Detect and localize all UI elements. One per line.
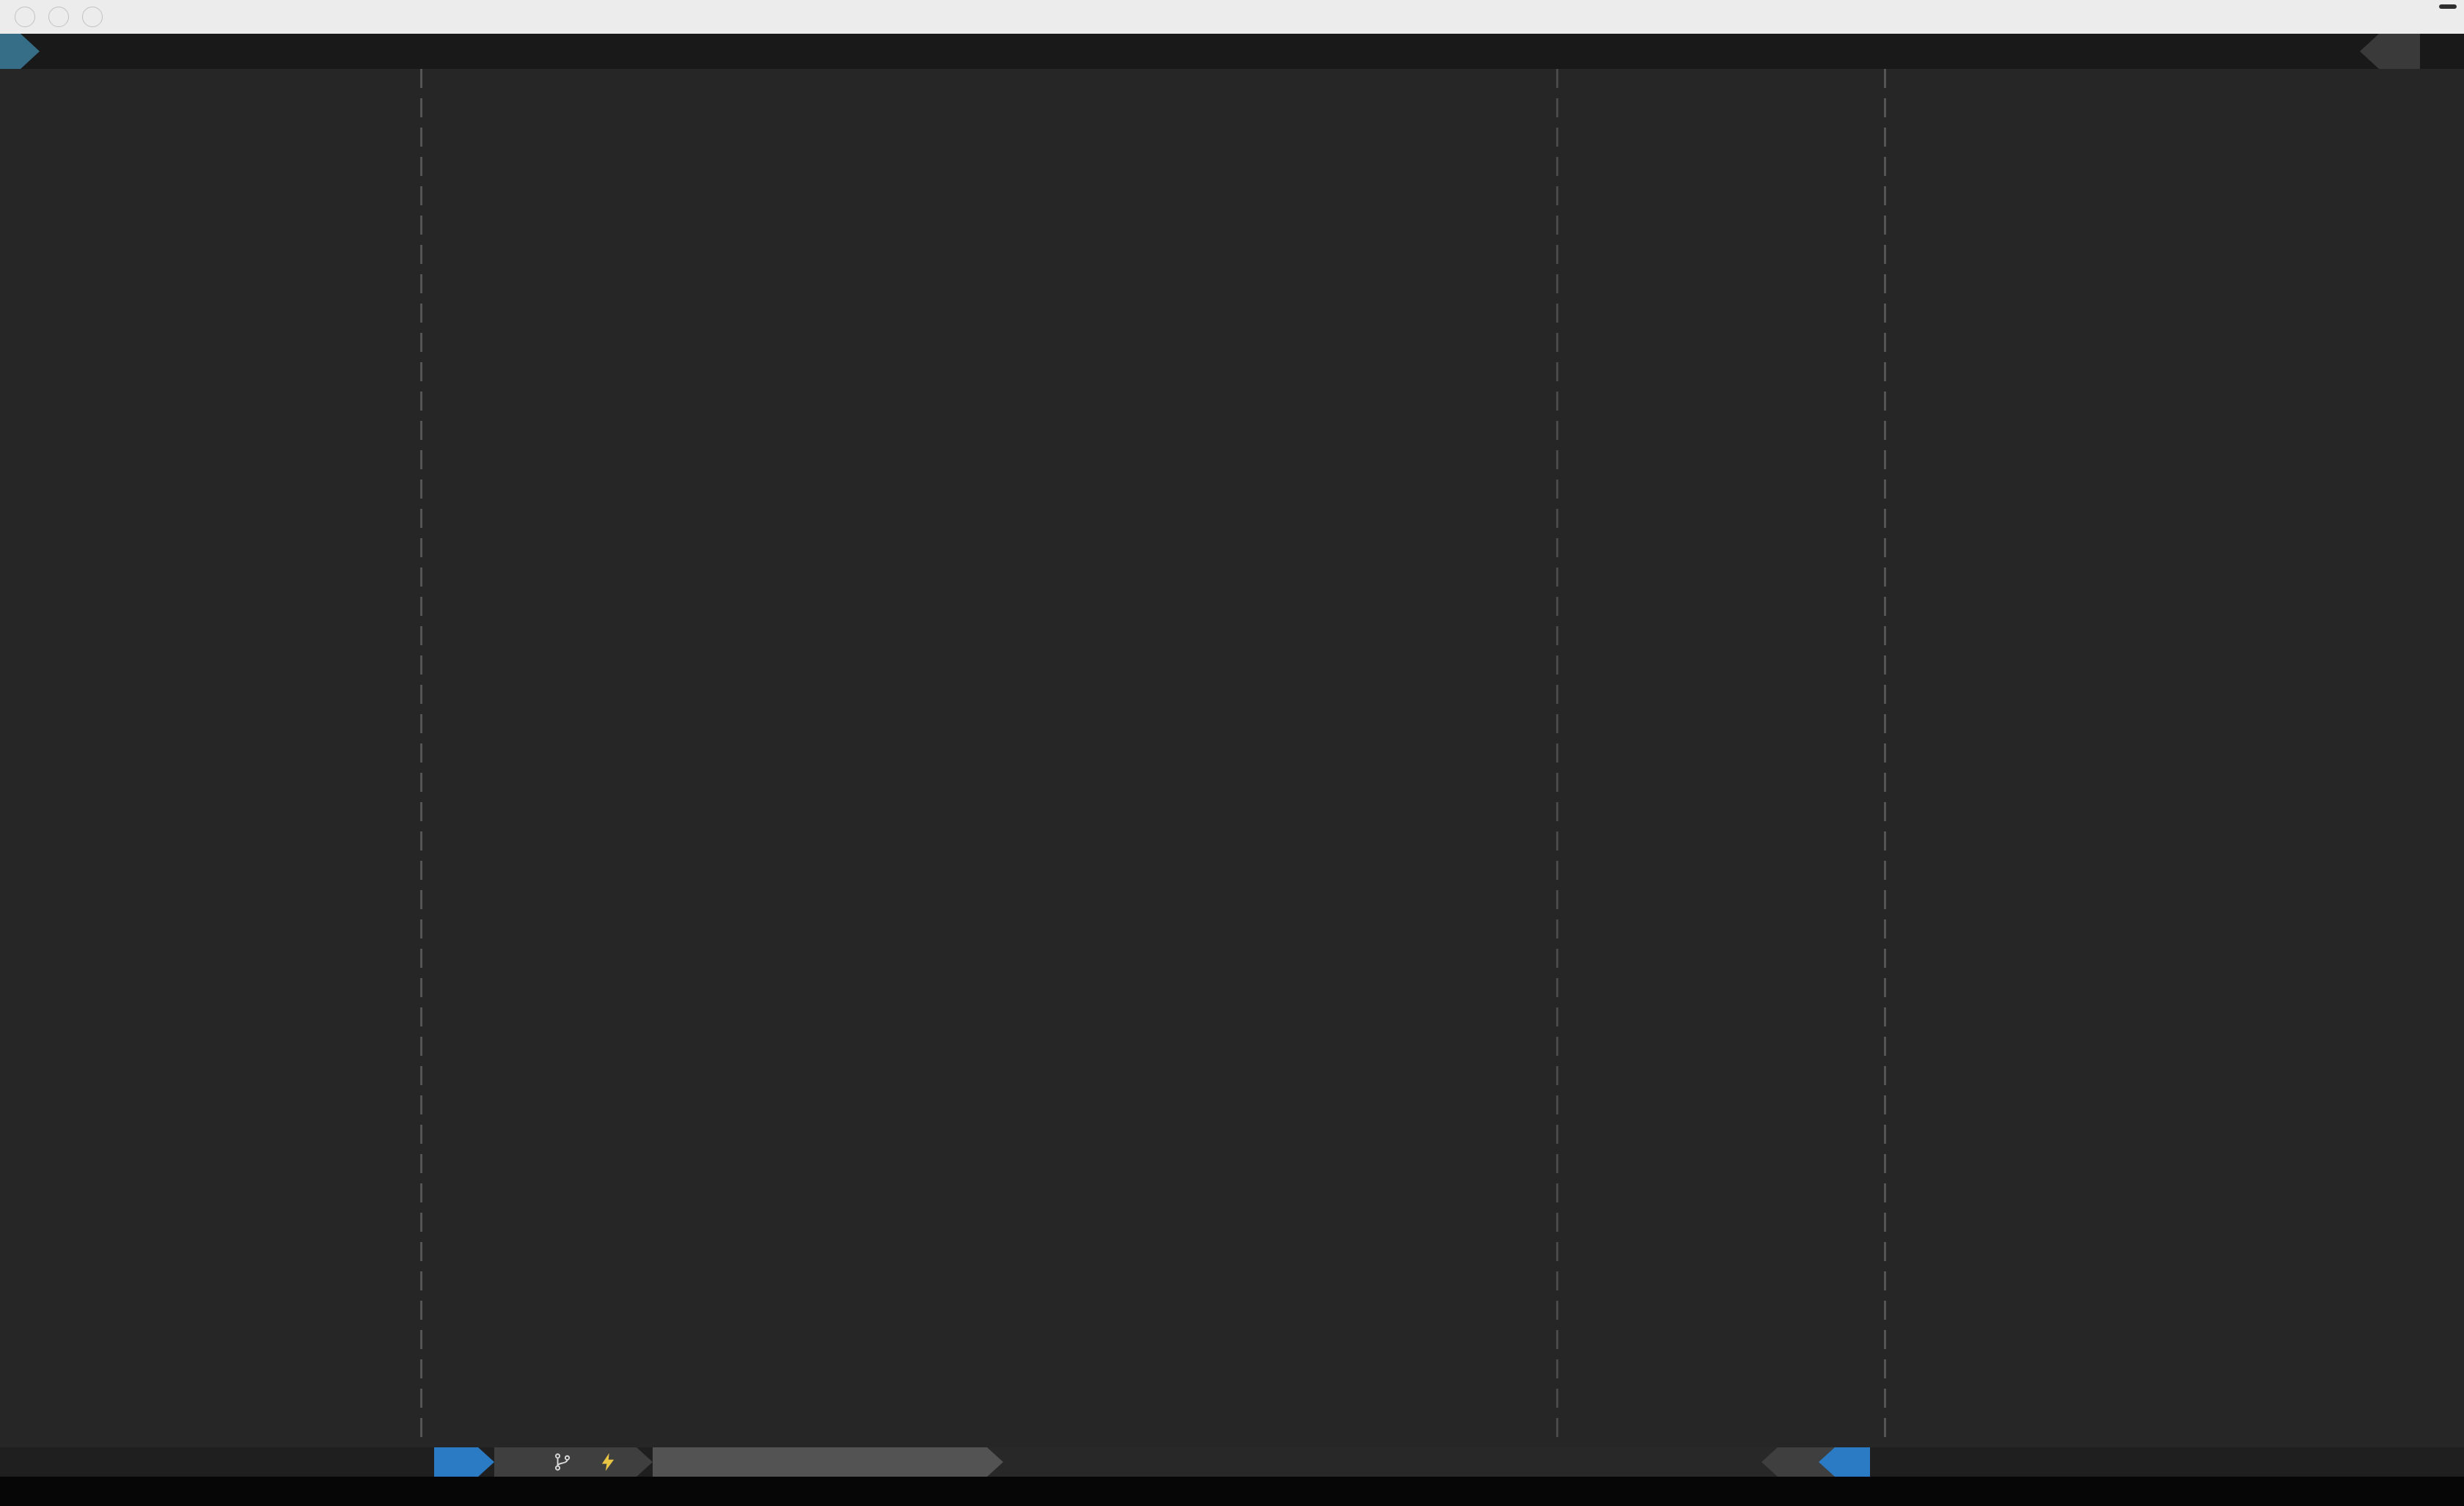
powerline-arrow-icon: [478, 1447, 494, 1477]
statusline-git-section: [494, 1447, 637, 1477]
minimize-button[interactable]: [48, 7, 69, 27]
powerline-arrow-icon: [1819, 1447, 1835, 1477]
terminal-vim-screen: { "menubar": { "title": "jdhao-MBP.local…: [0, 0, 2464, 1506]
tab-train-retr-from-cls[interactable]: [0, 34, 21, 69]
tagbar-window[interactable]: [1886, 69, 2464, 1447]
color-column: [1556, 69, 1558, 1447]
nerdtree-statusline: [0, 1447, 434, 1477]
vim-command-line[interactable]: [0, 1477, 2464, 1506]
menu-bar: [0, 0, 2464, 34]
tabline-right: [2360, 34, 2420, 69]
statusline-position: [1835, 1447, 1870, 1477]
nerdtree-window[interactable]: [0, 69, 419, 1447]
menubar-hotkey-badge[interactable]: [2439, 4, 2457, 9]
tagbar-statusline: [1870, 1447, 2464, 1477]
dirty-flag-lightning-icon: [598, 1452, 617, 1472]
close-button[interactable]: [15, 7, 35, 27]
vim-workspace: [0, 69, 2464, 1447]
window-separator[interactable]: [420, 69, 422, 1447]
zoom-button[interactable]: [82, 7, 103, 27]
statusline-mode: [434, 1447, 478, 1477]
buffers-label: [2379, 34, 2420, 69]
git-branch-icon: [553, 1452, 572, 1472]
statusline-encoding: [1778, 1447, 1819, 1477]
statusline-filename: [653, 1447, 987, 1477]
vim-tabline: [0, 34, 2464, 69]
statusline-filetype: [1003, 1447, 1761, 1477]
buffers-separator-icon: [2360, 34, 2379, 69]
window-controls: [0, 7, 103, 27]
tab-separator-icon: [21, 34, 40, 69]
editor-window[interactable]: [424, 69, 1883, 1447]
powerline-arrow-icon: [987, 1447, 1003, 1477]
statusline: [0, 1447, 2464, 1477]
powerline-arrow-icon: [637, 1447, 653, 1477]
powerline-arrow-icon: [1761, 1447, 1778, 1477]
